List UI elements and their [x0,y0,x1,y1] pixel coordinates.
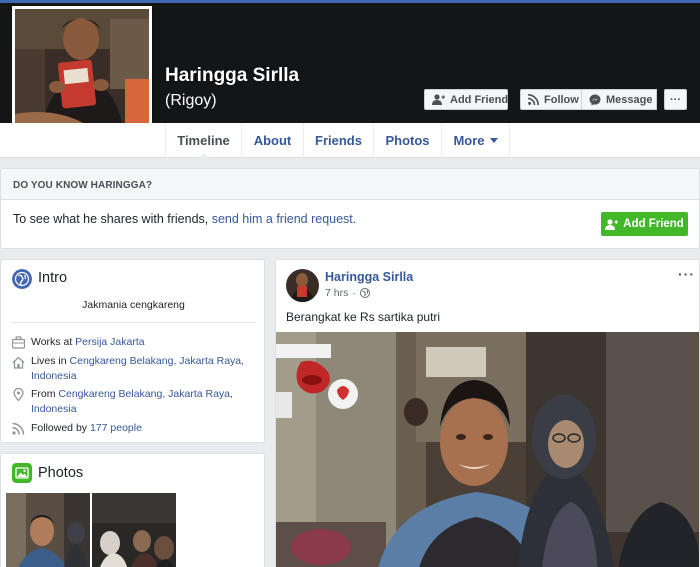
globe-icon [12,269,32,289]
from-link[interactable]: Cengkareng Belakang, Jakarta Raya, Indon… [31,388,233,415]
followed-prefix: Followed by [31,422,90,434]
photos-icon [12,463,32,483]
followers-link[interactable]: 177 people [90,422,142,434]
tab-timeline-label: Timeline [177,133,230,148]
intro-bio: Jakmania cengkareng [82,299,185,311]
photo-thumbnail-image [92,493,176,567]
photos-card: Photos [0,453,265,567]
intro-followed-by: Followed by 177 people [31,421,256,436]
add-friend-icon [605,218,619,230]
post-author-avatar[interactable] [286,269,319,302]
post-author-avatar-image [286,269,319,302]
more-options-label: ··· [670,93,681,106]
tab-friends-label: Friends [315,133,362,148]
location-pin-icon [13,388,24,401]
intro-lives-in: Lives in Cengkareng Belakang, Jakarta Ra… [31,354,256,384]
post-card: Haringga Sirlla 7 hrs · ··· Berangkat ke… [275,259,700,567]
post-meta: 7 hrs · [325,287,370,299]
intro-works-at: Works at Persija Jakarta [31,335,256,350]
home-icon [12,356,25,369]
tab-friends[interactable]: Friends [303,123,373,158]
lives-prefix: Lives in [31,355,70,367]
photos-title: Photos [38,465,84,481]
post-time[interactable]: 7 hrs [325,287,348,299]
more-options-button[interactable]: ··· [664,89,687,110]
post-text: Berangkat ke Rs sartika putri [286,310,441,324]
post-photo-image [276,332,699,567]
tab-photos[interactable]: Photos [373,123,441,158]
chevron-down-icon [489,138,498,143]
profile-nickname: (Rigoy) [165,92,217,109]
follow-button[interactable]: Follow [520,89,582,110]
post-author-name[interactable]: Haringga Sirlla [325,270,413,284]
follow-label: Follow [544,93,579,106]
tab-about-label: About [253,133,292,148]
add-friend-icon [432,94,445,105]
do-you-know-text: To see what he shares with friends, send… [13,212,356,226]
add-friend-green-label: Add Friend [623,218,684,230]
do-you-know-heading: DO YOU KNOW HARINGGA? [1,169,699,200]
intro-title: Intro [38,270,68,286]
briefcase-icon [12,336,25,349]
from-prefix: From [31,388,59,400]
add-friend-label: Add Friend [450,93,509,106]
photo-thumbnail[interactable] [6,493,90,567]
works-link[interactable]: Persija Jakarta [75,336,144,348]
intro-divider [12,322,255,323]
rss-follow-icon [528,94,539,105]
add-friend-button[interactable]: Add Friend [424,89,508,110]
add-friend-green-button[interactable]: Add Friend [601,212,688,236]
photo-thumbnail[interactable] [92,493,176,567]
tab-timeline[interactable]: Timeline [165,123,241,159]
do-you-know-prefix: To see what he shares with friends, [13,212,212,226]
do-you-know-box: DO YOU KNOW HARINGGA? To see what he sha… [0,168,700,249]
tab-more-label: More [453,133,485,148]
public-globe-icon [359,288,370,298]
post-options-button[interactable]: ··· [678,266,695,282]
rss-followers-icon [12,422,25,435]
tab-more[interactable]: More [441,123,510,158]
profile-name[interactable]: Haringga Sirlla [165,65,299,87]
tab-photos-label: Photos [385,133,430,148]
message-button[interactable]: Message [581,89,657,110]
send-friend-request-link[interactable]: send him a friend request. [212,212,357,226]
message-label: Message [606,93,653,106]
works-prefix: Works at [31,336,76,348]
intro-from: From Cengkareng Belakang, Jakarta Raya, … [31,387,256,417]
tab-about[interactable]: About [241,123,303,158]
profile-photo-image [15,9,149,141]
messenger-icon [589,94,601,105]
photo-thumbnail-image [6,493,90,567]
intro-card: Intro Jakmania cengkareng Works at Persi… [0,259,265,443]
post-meta-separator: · [352,287,356,299]
profile-nav-bar: Timeline About Friends Photos More [0,123,700,159]
post-photo[interactable] [276,332,699,567]
